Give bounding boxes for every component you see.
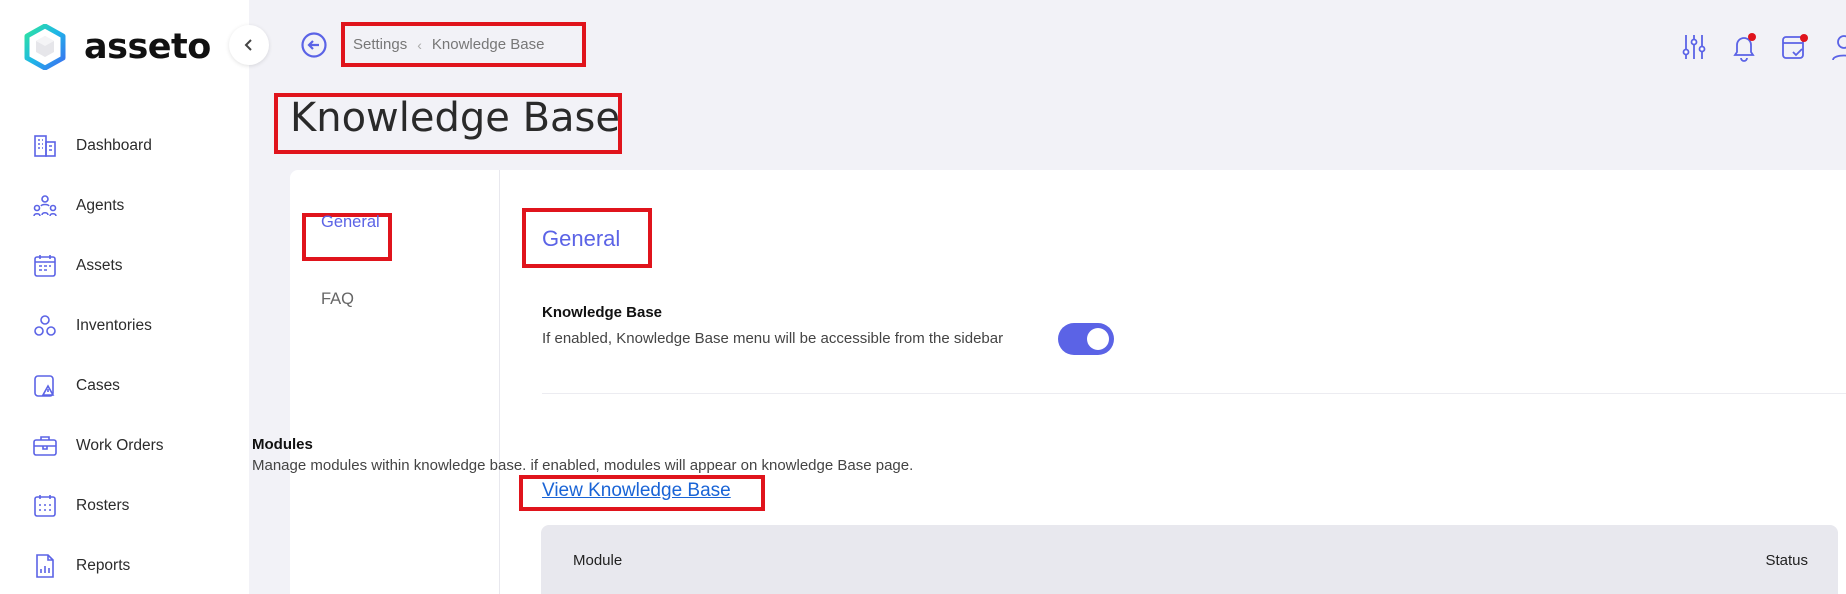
users-icon — [30, 191, 60, 221]
settings-tabs: General FAQ — [290, 170, 500, 594]
app-logo[interactable]: asseto — [24, 24, 211, 70]
page-title: Knowledge Base — [290, 95, 620, 141]
chevron-left-icon: ‹ — [417, 36, 422, 53]
notification-dot — [1748, 33, 1756, 41]
sidebar-item-reports[interactable]: Reports — [30, 536, 240, 594]
sidebar-item-agents[interactable]: Agents — [30, 176, 240, 236]
sidebar-item-inventories[interactable]: Inventories — [30, 296, 240, 356]
sidebar-item-cases[interactable]: Cases — [30, 356, 240, 416]
knowledge-base-toggle[interactable] — [1058, 323, 1114, 355]
toggle-knob — [1087, 328, 1109, 350]
inventory-icon — [30, 311, 60, 341]
notification-bell-icon[interactable] — [1730, 32, 1760, 62]
chevron-left-icon — [244, 39, 252, 51]
sidebar-item-work-orders[interactable]: Work Orders — [30, 416, 240, 476]
sidebar-item-assets[interactable]: Assets — [30, 236, 240, 296]
breadcrumb-settings-link[interactable]: Settings — [353, 36, 407, 53]
view-knowledge-base-link[interactable]: View Knowledge Base — [542, 480, 731, 502]
column-header-status[interactable]: Status — [1765, 552, 1808, 569]
app-name: asseto — [84, 27, 211, 67]
calendar-check-icon[interactable] — [1780, 32, 1810, 62]
asseto-logo-icon — [24, 24, 66, 70]
tab-general[interactable]: General — [321, 213, 380, 232]
knowledge-base-label: Knowledge Base — [542, 304, 663, 321]
sidebar-item-label: Assets — [76, 257, 123, 274]
sidebar-item-label: Cases — [76, 377, 120, 394]
sidebar-item-label: Agents — [76, 197, 125, 214]
work-orders-icon — [30, 431, 60, 461]
modules-description: Manage modules within knowledge base. if… — [252, 457, 914, 474]
divider — [542, 393, 1846, 394]
assets-icon — [30, 251, 60, 281]
reports-icon — [30, 551, 60, 581]
calendar-icon — [30, 491, 60, 521]
cases-icon — [30, 371, 60, 401]
column-header-module[interactable]: Module — [573, 552, 622, 569]
filter-sliders-icon[interactable] — [1680, 32, 1710, 62]
sidebar-item-label: Inventories — [76, 317, 152, 334]
tab-faq[interactable]: FAQ — [321, 290, 354, 309]
header-actions — [1680, 32, 1846, 62]
back-arrow-icon[interactable] — [300, 31, 328, 59]
modules-table-header: Module Status — [541, 525, 1838, 594]
knowledge-base-description: If enabled, Knowledge Base menu will be … — [542, 330, 1004, 347]
sidebar-item-rosters[interactable]: Rosters — [30, 476, 240, 536]
sidebar-nav: Dashboard Agents Assets Inventories Case… — [30, 116, 240, 594]
collapse-sidebar-button[interactable] — [229, 25, 269, 65]
sidebar: asseto Dashboard Agents Assets Inventori… — [0, 0, 249, 594]
modules-label: Modules — [252, 436, 313, 453]
sidebar-item-dashboard[interactable]: Dashboard — [30, 116, 240, 176]
notification-dot — [1800, 34, 1808, 42]
breadcrumb-current: Knowledge Base — [431, 36, 545, 53]
sidebar-item-label: Dashboard — [76, 137, 152, 154]
section-title: General — [542, 226, 621, 251]
user-profile-icon[interactable] — [1830, 32, 1846, 62]
sidebar-item-label: Rosters — [76, 497, 130, 514]
building-icon — [30, 131, 60, 161]
sidebar-item-label: Reports — [76, 557, 131, 574]
breadcrumb: Settings ‹ Knowledge Base — [341, 22, 586, 67]
sidebar-item-label: Work Orders — [76, 437, 164, 454]
